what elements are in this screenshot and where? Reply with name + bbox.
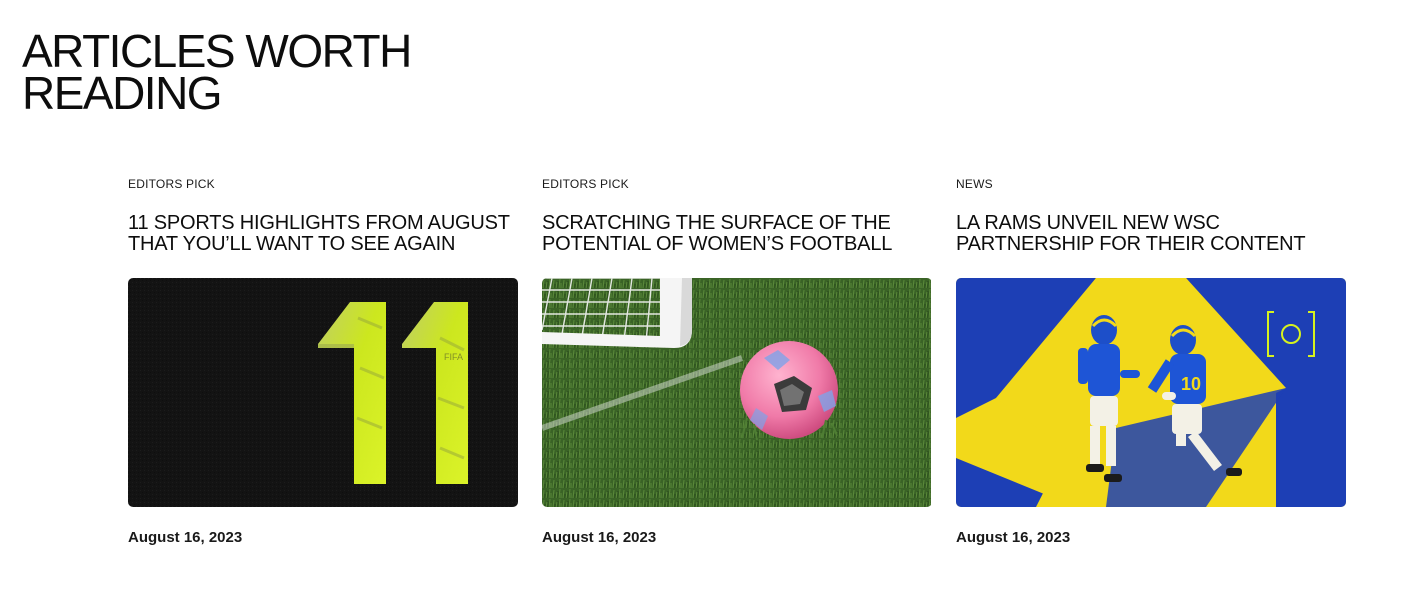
section-title: ARTICLES WORTH READING [22, 25, 412, 119]
rams-players-photo: 10 [956, 278, 1346, 507]
article-image[interactable] [542, 278, 932, 507]
article-image[interactable]: FIFA [128, 278, 518, 507]
article-title-line-2: POTENTIAL OF WOMEN’S FOOTBALL [542, 233, 893, 255]
article-category: NEWS [956, 177, 993, 191]
football-on-grass-photo [542, 278, 931, 507]
article-title[interactable]: SCRATCHING THE SURFACE OF THE POTENTIAL … [542, 213, 932, 255]
article-title-line-1: 11 SPORTS HIGHLIGHTS FROM AUGUST [128, 212, 510, 234]
article-card-sports-highlights[interactable]: EDITORS PICK 11 SPORTS HIGHLIGHTS FROM A… [128, 177, 518, 547]
article-date: August 16, 2023 [956, 529, 1071, 546]
article-title[interactable]: LA RAMS UNVEIL NEW WSC PARTNERSHIP FOR T… [956, 213, 1346, 255]
articles-section: ARTICLES WORTH READING EDITORS PICK 11 S… [0, 0, 1427, 605]
article-date: August 16, 2023 [128, 529, 243, 546]
svg-text:10: 10 [1181, 374, 1201, 394]
article-card-la-rams-partnership[interactable]: NEWS LA RAMS UNVEIL NEW WSC PARTNERSHIP … [956, 177, 1346, 547]
article-title-line-2: PARTNERSHIP FOR THEIR CONTENT [956, 233, 1306, 255]
article-image[interactable]: 10 [956, 278, 1346, 507]
article-title-line-2: THAT YOU’LL WANT TO SEE AGAIN [128, 233, 456, 255]
article-title[interactable]: 11 SPORTS HIGHLIGHTS FROM AUGUST THAT YO… [128, 213, 518, 255]
article-category: EDITORS PICK [542, 177, 629, 191]
section-title-line-1: ARTICLES WORTH [22, 25, 412, 77]
article-title-line-1: LA RAMS UNVEIL NEW WSC [956, 212, 1220, 234]
article-card-womens-football[interactable]: EDITORS PICK SCRATCHING THE SURFACE OF T… [542, 177, 932, 547]
article-category: EDITORS PICK [128, 177, 215, 191]
number-eleven-graphic: FIFA [128, 278, 518, 507]
article-date: August 16, 2023 [542, 529, 657, 546]
article-list: EDITORS PICK 11 SPORTS HIGHLIGHTS FROM A… [128, 177, 1346, 547]
section-title-line-2: READING [22, 67, 223, 119]
svg-text:FIFA: FIFA [444, 352, 463, 362]
article-title-line-1: SCRATCHING THE SURFACE OF THE [542, 212, 891, 234]
